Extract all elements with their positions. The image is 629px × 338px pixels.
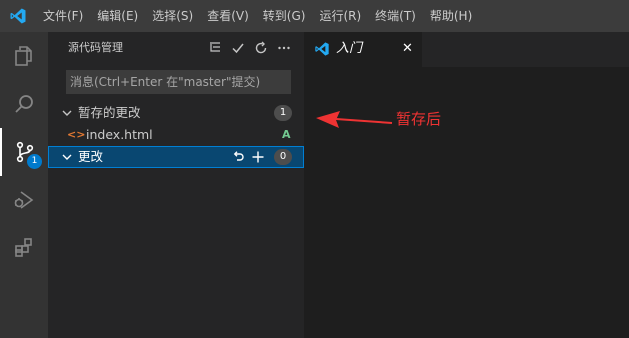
panel-header: 源代码管理 bbox=[48, 32, 304, 64]
changes-group[interactable]: 更改 0 bbox=[48, 146, 304, 168]
panel-title: 源代码管理 bbox=[68, 41, 123, 54]
commit-check-icon[interactable] bbox=[229, 38, 246, 58]
changes-count-badge: 0 bbox=[274, 149, 292, 165]
file-name: index.html bbox=[86, 127, 153, 142]
menu-file[interactable]: 文件(F) bbox=[36, 0, 90, 32]
menu-bar: 文件(F) 编辑(E) 选择(S) 查看(V) 转到(G) 运行(R) 终端(T… bbox=[36, 0, 479, 32]
menu-run[interactable]: 运行(R) bbox=[312, 0, 368, 32]
stage-all-plus-icon[interactable] bbox=[250, 146, 266, 168]
run-debug-icon[interactable] bbox=[0, 176, 48, 224]
staged-changes-label: 暂存的更改 bbox=[78, 105, 141, 120]
chevron-down-icon bbox=[60, 146, 74, 168]
discard-all-icon[interactable] bbox=[230, 146, 246, 168]
editor-area[interactable] bbox=[304, 67, 629, 338]
editor-tabs-bar: 入门 ✕ bbox=[304, 32, 629, 67]
search-icon[interactable] bbox=[0, 80, 48, 128]
explorer-icon[interactable] bbox=[0, 32, 48, 80]
title-bar: 文件(F) 编辑(E) 选择(S) 查看(V) 转到(G) 运行(R) 终端(T… bbox=[0, 0, 629, 32]
vscode-logo-icon bbox=[0, 0, 36, 32]
tab-getting-started[interactable]: 入门 ✕ bbox=[304, 32, 422, 67]
refresh-icon[interactable] bbox=[252, 38, 269, 58]
menu-terminal[interactable]: 终端(T) bbox=[368, 0, 423, 32]
view-as-tree-icon[interactable] bbox=[206, 38, 223, 58]
source-control-panel: 源代码管理 消息(Ctrl+Enter 在"master"提交) 暂存的更改 1… bbox=[48, 32, 304, 338]
staged-changes-group[interactable]: 暂存的更改 1 bbox=[48, 102, 304, 124]
chevron-down-icon bbox=[60, 102, 74, 124]
activity-bar: 1 bbox=[0, 32, 48, 338]
html-file-icon: <> bbox=[67, 128, 86, 141]
source-control-icon[interactable]: 1 bbox=[0, 128, 48, 176]
panel-actions bbox=[206, 32, 292, 64]
tab-label: 入门 bbox=[336, 41, 363, 56]
annotation-text: 暂存后 bbox=[396, 110, 442, 128]
more-actions-icon[interactable] bbox=[275, 38, 292, 58]
staged-file-row[interactable]: <> index.html A bbox=[48, 124, 304, 146]
close-icon[interactable]: ✕ bbox=[402, 32, 413, 66]
annotation-arrow-icon bbox=[314, 110, 394, 135]
menu-view[interactable]: 查看(V) bbox=[200, 0, 256, 32]
menu-help[interactable]: 帮助(H) bbox=[423, 0, 479, 32]
menu-go[interactable]: 转到(G) bbox=[256, 0, 313, 32]
menu-edit[interactable]: 编辑(E) bbox=[90, 0, 145, 32]
source-control-badge: 1 bbox=[27, 154, 42, 169]
extensions-icon[interactable] bbox=[0, 224, 48, 272]
vscode-tab-icon bbox=[314, 41, 330, 60]
menu-selection[interactable]: 选择(S) bbox=[145, 0, 200, 32]
changes-label: 更改 bbox=[78, 149, 104, 164]
file-status-added: A bbox=[282, 128, 291, 141]
commit-message-input[interactable] bbox=[66, 70, 291, 94]
staged-count-badge: 1 bbox=[274, 105, 292, 121]
